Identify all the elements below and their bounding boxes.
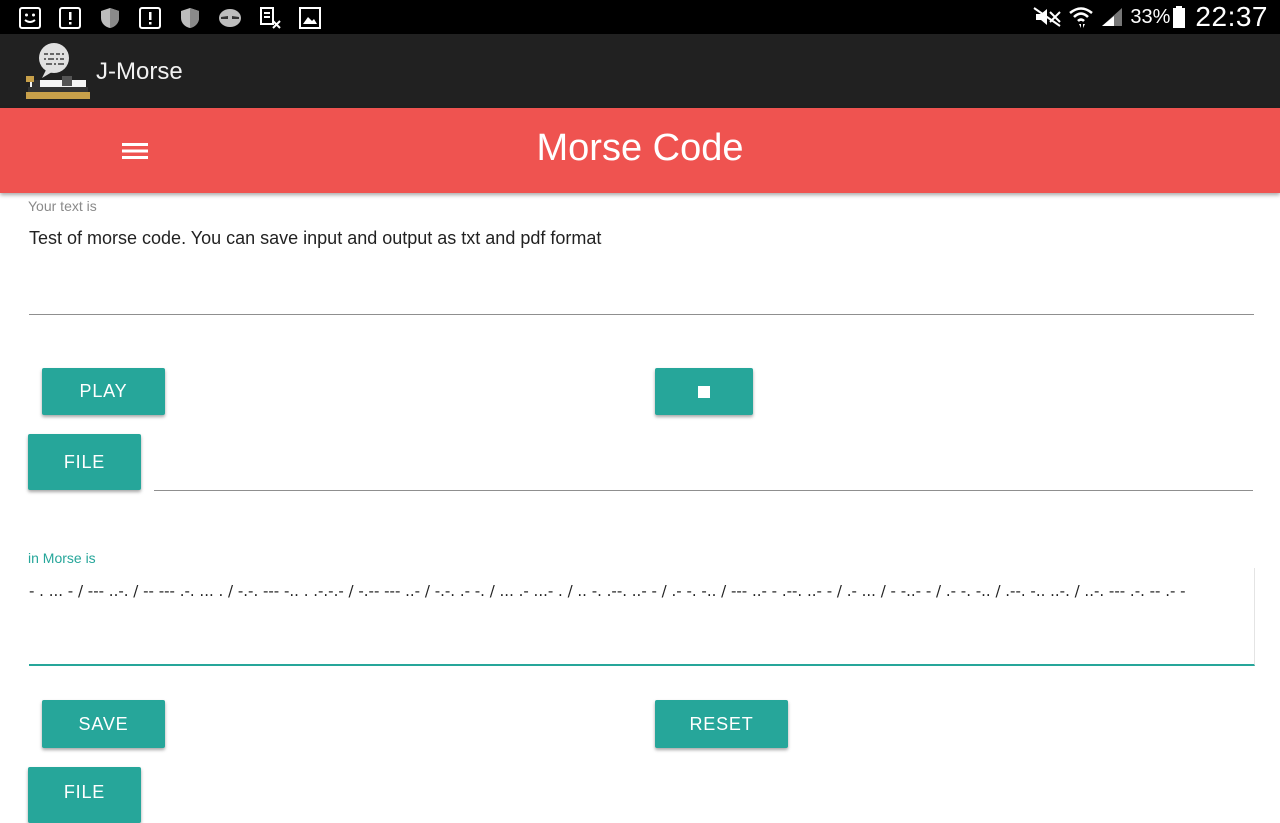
app-bar: J-Morse [0, 34, 1280, 108]
page-title: Morse Code [536, 127, 744, 169]
shield-icon [178, 6, 202, 30]
stop-icon [698, 385, 710, 398]
battery-percentage: 33% [1130, 5, 1171, 28]
reset-button[interactable]: RESET [655, 700, 788, 748]
shield-icon [98, 6, 122, 30]
document-x-icon [258, 6, 282, 30]
alert-icon [58, 6, 82, 30]
file-button-top[interactable]: FILE [28, 434, 141, 490]
text-input-label: Your text is [28, 198, 97, 214]
stop-button[interactable] [655, 368, 753, 415]
alert-icon [138, 6, 162, 30]
save-button[interactable]: SAVE [42, 700, 165, 748]
telegraph-key-icon [26, 42, 90, 100]
play-button[interactable]: PLAY [42, 368, 165, 415]
morse-output-field[interactable]: - . ... - / --- ..-. / -- --- .-. ... . … [29, 568, 1255, 666]
morse-output-value: - . ... - / --- ..-. / -- --- .-. ... . … [29, 582, 1186, 600]
text-input-value: Test of morse code. You can save input a… [29, 228, 602, 248]
notification-icon [18, 6, 42, 30]
morse-output-label: in Morse is [28, 550, 96, 566]
incognito-icon [218, 6, 242, 30]
file-button-bottom[interactable]: FILE [28, 767, 141, 823]
status-bar: 33% 22:37 [0, 0, 1280, 34]
text-input[interactable]: Test of morse code. You can save input a… [29, 228, 1254, 315]
file-path-field[interactable] [154, 490, 1253, 491]
mute-icon [1032, 6, 1062, 28]
battery-icon [1173, 6, 1186, 28]
clock: 22:37 [1195, 1, 1268, 32]
signal-icon [1100, 6, 1124, 28]
image-icon [298, 6, 322, 30]
app-title: J-Morse [96, 58, 183, 85]
toolbar: Morse Code [0, 108, 1280, 193]
wifi-icon [1068, 4, 1094, 30]
